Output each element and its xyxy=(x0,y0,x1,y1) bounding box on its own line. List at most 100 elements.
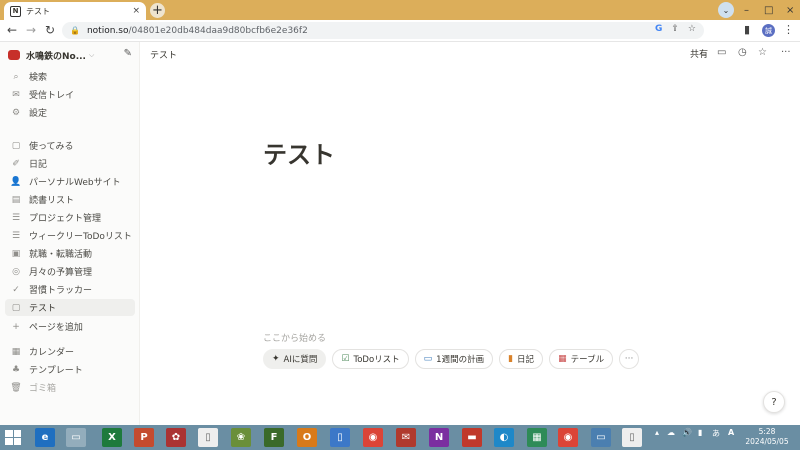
sidebar-item-calendar[interactable]: ▦ カレンダー xyxy=(5,343,135,360)
more-options-icon[interactable]: ··· xyxy=(781,47,791,58)
app-icon[interactable]: ▭ xyxy=(591,428,611,447)
ime-mode-icon[interactable]: A xyxy=(728,428,734,437)
sidebar-item-weekly-todo[interactable]: ☰ ウィークリーToDoリスト xyxy=(5,227,135,244)
new-tab-button[interactable]: + xyxy=(150,3,165,18)
sidebar-item-templates[interactable]: ♣ テンプレート xyxy=(5,361,135,378)
tab-notion[interactable]: N テスト × xyxy=(4,2,146,20)
sidebar-item-habit-tracker[interactable]: ✓ 習慣トラッカー xyxy=(5,281,135,298)
sidebar-item-label: テスト xyxy=(29,304,57,314)
weekly-plan-button[interactable]: ▭ 1週間の計画 xyxy=(414,349,494,369)
chip-label: ToDoリスト xyxy=(353,355,400,365)
pencil-icon: ✐ xyxy=(12,158,20,169)
sidebar-item-monthly-budget[interactable]: ◎ 月々の予算管理 xyxy=(5,263,135,280)
app-icon[interactable]: ▦ xyxy=(527,428,547,447)
explorer-icon[interactable]: ▭ xyxy=(66,428,86,447)
excel-icon[interactable]: X xyxy=(102,428,122,447)
chip-label: AIに質問 xyxy=(283,355,318,365)
forward-button[interactable]: → xyxy=(26,23,36,37)
sparkle-icon: ✦ xyxy=(272,354,280,364)
history-icon[interactable]: ◷ xyxy=(738,47,747,58)
tab-title: テスト xyxy=(26,6,50,16)
share-icon[interactable]: ⇪ xyxy=(671,24,679,34)
sidebar-item-label: 習慣トラッカー xyxy=(29,286,93,296)
sidebar-item-label: 検索 xyxy=(29,73,48,83)
taskbar-clock[interactable]: 5:28 2024/05/05 xyxy=(740,427,794,447)
sidebar-item-search[interactable]: ⌕ 検索 xyxy=(5,68,135,85)
notepad-icon[interactable]: ▯ xyxy=(198,428,218,447)
app-icon[interactable]: ▬ xyxy=(462,428,482,447)
profile-avatar[interactable]: 誠 xyxy=(762,24,775,37)
app-icon[interactable]: ▯ xyxy=(330,428,350,447)
sidebar-item-trash[interactable]: 🗑 ゴミ箱 xyxy=(5,379,135,396)
document-icon[interactable]: ▯ xyxy=(622,428,642,447)
ie-icon[interactable]: e xyxy=(35,428,55,447)
chevron-down-icon: ⌵ xyxy=(88,50,95,59)
more-templates-button[interactable]: ··· xyxy=(619,349,640,369)
sidebar-item-label: ウィークリーToDoリスト xyxy=(29,232,132,242)
windows-start-icon[interactable] xyxy=(5,430,21,445)
sidebar-item-label: 日記 xyxy=(29,160,48,170)
onenote-icon[interactable]: N xyxy=(429,428,449,447)
sidebar-item-getting-started[interactable]: ▢ 使ってみる xyxy=(5,137,135,154)
side-panel-icon[interactable]: ▮ xyxy=(744,23,750,36)
workspace-switcher[interactable]: 水鳴鉄のNo... ⌵ ✎ xyxy=(8,48,132,62)
tab-search-icon[interactable]: ⌄ xyxy=(718,2,734,18)
app-icon[interactable]: ❀ xyxy=(231,428,251,447)
sidebar-item-project-management[interactable]: ☰ プロジェクト管理 xyxy=(5,209,135,226)
chrome-active-icon[interactable]: ◉ xyxy=(558,428,578,447)
share-button[interactable]: 共有 xyxy=(690,47,708,60)
close-window-button[interactable]: × xyxy=(786,2,794,18)
chrome-icon[interactable]: ◉ xyxy=(363,428,383,447)
mail-icon[interactable]: ✉ xyxy=(396,428,416,447)
omnibox-actions: G ⇪ ☆ xyxy=(655,24,696,34)
sidebar-item-personal-website[interactable]: 👤 パーソナルWebサイト xyxy=(5,173,135,190)
onedrive-icon[interactable]: ☁ xyxy=(667,428,675,437)
app-icon[interactable]: F xyxy=(264,428,284,447)
browser-menu-icon[interactable]: ⋮ xyxy=(783,23,794,36)
sidebar-item-job-hunting[interactable]: ▣ 就職・転職活動 xyxy=(5,245,135,262)
edge-icon[interactable]: ◐ xyxy=(494,428,514,447)
minimize-button[interactable]: – xyxy=(744,2,749,18)
powerpoint-icon[interactable]: P xyxy=(134,428,154,447)
help-button[interactable]: ? xyxy=(763,391,785,413)
todo-list-button[interactable]: ☑ ToDoリスト xyxy=(332,349,409,369)
outlook-icon[interactable]: O xyxy=(297,428,317,447)
list-icon: ☰ xyxy=(11,230,21,241)
google-translate-icon[interactable]: G xyxy=(655,24,662,34)
bookmark-star-icon[interactable]: ☆ xyxy=(688,24,696,34)
network-icon[interactable]: ▮ xyxy=(698,428,702,437)
breadcrumb[interactable]: テスト xyxy=(150,48,177,61)
ask-ai-button[interactable]: ✦ AIに質問 xyxy=(263,349,327,369)
maximize-button[interactable]: □ xyxy=(764,2,773,18)
browser-toolbar: ← → ↻ 🔒 notion.so/04801e20db484daa9d80bc… xyxy=(0,20,800,42)
tray-expand-icon[interactable]: ▴ xyxy=(655,428,659,437)
sidebar-item-diary[interactable]: ✐ 日記 xyxy=(5,155,135,172)
sidebar-item-settings[interactable]: ⚙ 設定 xyxy=(5,104,135,121)
sidebar-item-label: パーソナルWebサイト xyxy=(29,178,121,188)
sidebar-item-inbox[interactable]: ✉ 受信トレイ xyxy=(5,86,135,103)
page-title[interactable]: テスト xyxy=(263,135,335,170)
gear-icon: ⚙ xyxy=(11,107,21,118)
sidebar-item-add-page[interactable]: + ページを追加 xyxy=(5,318,135,335)
sidebar-item-test[interactable]: ▢ テスト xyxy=(5,299,135,316)
reload-button[interactable]: ↻ xyxy=(45,23,55,37)
address-bar[interactable]: 🔒 notion.so/04801e20db484daa9d80bcfb6e2e… xyxy=(62,22,704,39)
comment-icon[interactable]: ▭ xyxy=(717,47,726,58)
url-path: /04801e20db484daa9d80bcfb6e2e36f2 xyxy=(128,25,308,36)
template-chips: ✦ AIに質問 ☑ ToDoリスト ▭ 1週間の計画 ▮ 日記 ▦ テーブル ··· xyxy=(263,349,640,369)
favorite-star-icon[interactable]: ☆ xyxy=(758,47,767,58)
sidebar-item-label: 設定 xyxy=(29,109,48,119)
ime-indicator[interactable]: あ xyxy=(712,428,720,439)
diary-button[interactable]: ▮ 日記 xyxy=(499,349,544,369)
lock-icon[interactable]: 🔒 xyxy=(70,26,80,35)
app-icon[interactable]: ✿ xyxy=(166,428,186,447)
volume-icon[interactable]: 🔊 xyxy=(682,428,692,437)
new-page-icon[interactable]: ✎ xyxy=(124,48,132,59)
table-button[interactable]: ▦ テーブル xyxy=(549,349,614,369)
url-host: notion.so xyxy=(86,25,129,36)
notion-favicon-icon: N xyxy=(10,5,21,17)
windows-taskbar: e ▭ X P ✿ ▯ ❀ F O ▯ ◉ ✉ N ▬ ◐ ▦ ◉ ▭ ▯ ▴ … xyxy=(0,425,800,450)
back-button[interactable]: ← xyxy=(7,23,17,37)
sidebar-item-reading-list[interactable]: ▤ 読書リスト xyxy=(5,191,135,208)
tab-close-icon[interactable]: × xyxy=(132,6,140,16)
